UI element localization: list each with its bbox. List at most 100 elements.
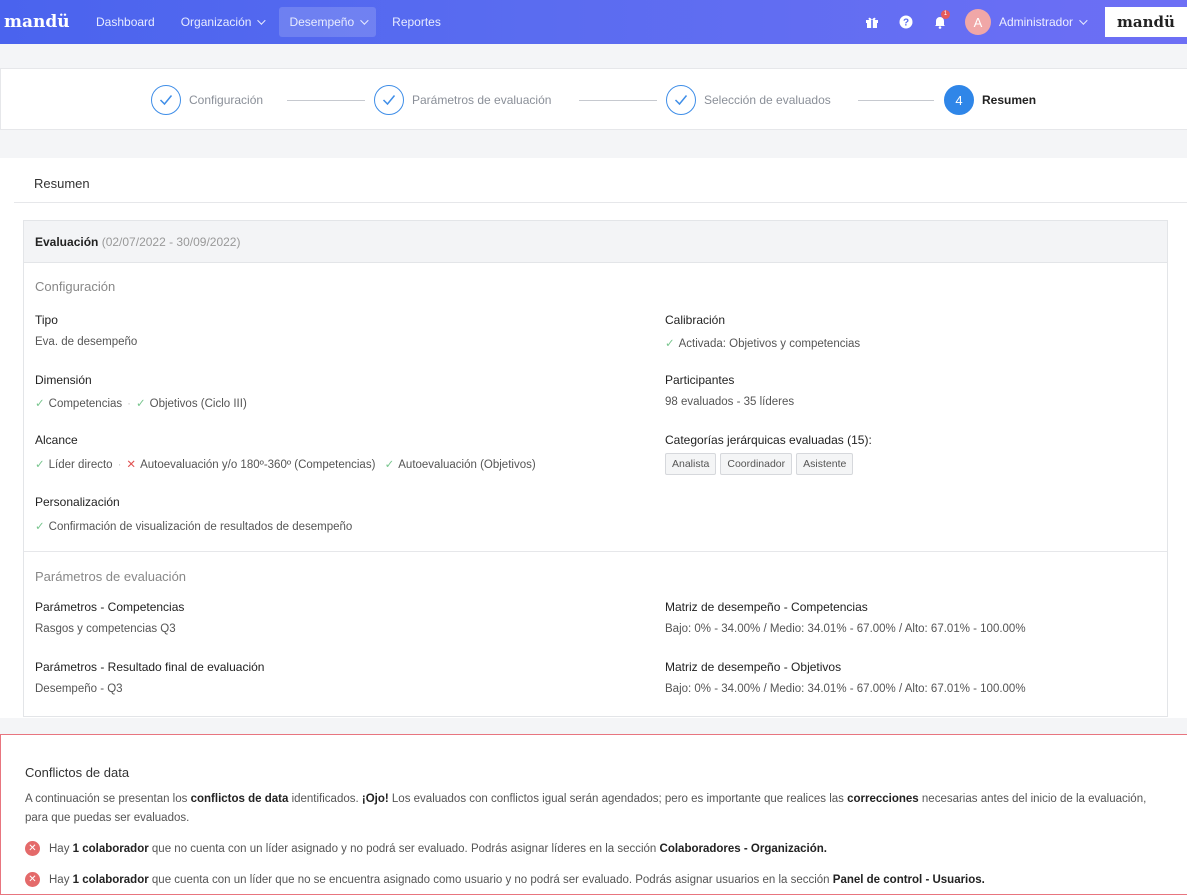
matriz-obj-label: Matriz de desempeño - Objetivos bbox=[665, 660, 842, 674]
intro-bold: ¡Ojo! bbox=[361, 793, 389, 805]
conflict-text-part: que no cuenta con un líder asignado y no… bbox=[148, 842, 660, 855]
conflict-item: ✕ Hay 1 colaborador que no cuenta con un… bbox=[25, 841, 827, 856]
param-comp-label: Parámetros - Competencias bbox=[35, 600, 185, 614]
check-circle-icon bbox=[151, 85, 181, 115]
section-parametros: Parámetros de evaluación bbox=[35, 569, 187, 584]
intro-text: A continuación se presentan los bbox=[25, 793, 191, 805]
evaluation-dates: (02/07/2022 - 30/09/2022) bbox=[101, 235, 241, 249]
calibracion-label: Calibración bbox=[665, 313, 726, 327]
check-icon: ✓ bbox=[35, 398, 45, 410]
conflict-count: 1 colaborador bbox=[72, 873, 149, 886]
check-circle-icon bbox=[374, 85, 404, 115]
alcance-3: Autoevaluación (Objetivos) bbox=[398, 459, 536, 471]
page-title: Resumen bbox=[34, 176, 90, 191]
param-comp-value: Rasgos y competencias Q3 bbox=[35, 623, 176, 635]
navbar-right: ? 1 A Administrador mandü bbox=[863, 0, 1187, 44]
intro-text: identificados. bbox=[288, 793, 362, 805]
conflict-item: ✕ Hay 1 colaborador que cuenta con un lí… bbox=[25, 872, 985, 887]
personalizacion-value: ✓ Confirmación de visualización de result… bbox=[35, 519, 352, 533]
nav-reportes[interactable]: Reportes bbox=[382, 7, 451, 37]
step-label: Parámetros de evaluación bbox=[412, 93, 552, 107]
avatar[interactable]: A bbox=[964, 9, 991, 35]
nav-desempeno-label: Desempeño bbox=[289, 15, 355, 29]
categorias-label: Categorías jerárquicas evaluadas (15): bbox=[665, 433, 872, 447]
nav-reportes-label: Reportes bbox=[392, 15, 441, 29]
category-tag: Asistente bbox=[796, 453, 854, 475]
param-final-label: Parámetros - Resultado final de evaluaci… bbox=[35, 660, 265, 674]
conflict-text: Hay 1 colaborador que no cuenta con un l… bbox=[49, 843, 827, 855]
matriz-comp-value: Bajo: 0% - 34.00% / Medio: 34.01% - 67.0… bbox=[665, 623, 1026, 635]
chevron-down-icon bbox=[1079, 16, 1088, 25]
participantes-value: 98 evaluados - 35 líderes bbox=[665, 396, 795, 408]
conflicts-title: Conflictos de data bbox=[25, 765, 130, 780]
separator-dot: · bbox=[127, 398, 131, 410]
company-logo: mandü bbox=[1105, 7, 1187, 37]
participantes-label: Participantes bbox=[665, 373, 735, 387]
conflict-text-part: Hay bbox=[49, 873, 73, 886]
nav-organizacion-label: Organización bbox=[180, 15, 252, 29]
summary-card: Resumen Evaluación (02/07/2022 - 30/09/2… bbox=[0, 158, 1187, 718]
conflict-text: Hay 1 colaborador que cuenta con un líde… bbox=[49, 874, 985, 886]
alcance-2: Autoevaluación y/o 180º-360º (Competenci… bbox=[140, 459, 376, 471]
nav-desempeno[interactable]: Desempeño bbox=[279, 7, 377, 37]
conflict-text-part: que cuenta con un líder que no se encuen… bbox=[148, 873, 833, 886]
category-tag: Coordinador bbox=[720, 453, 793, 475]
data-conflicts-panel: Conflictos de data A continuación se pre… bbox=[0, 734, 1187, 895]
check-icon: ✓ bbox=[384, 459, 395, 471]
step-label: Resumen bbox=[982, 93, 1037, 107]
evaluation-label: Evaluación bbox=[35, 235, 99, 249]
step-resumen[interactable]: 4 Resumen bbox=[944, 85, 1036, 115]
alcance-value: ✓ Líder directo · ✕ Autoevaluación y/o 180º-… bbox=[35, 457, 536, 471]
help-icon[interactable]: ? bbox=[897, 13, 915, 31]
dimension-1: Competencias bbox=[48, 398, 123, 410]
step-connector bbox=[287, 100, 365, 101]
divider bbox=[14, 202, 1187, 203]
evaluation-header: Evaluación (02/07/2022 - 30/09/2022) bbox=[24, 221, 1167, 263]
conflict-text-part: Hay bbox=[49, 842, 73, 855]
calibracion-value: ✓ Activada: Objetivos y competencias bbox=[665, 336, 860, 350]
conflict-section-link[interactable]: Colaboradores - Organización. bbox=[660, 843, 827, 855]
brand-logo[interactable]: mandü bbox=[0, 12, 80, 32]
intro-bold: conflictos de data bbox=[190, 793, 289, 805]
chevron-down-icon bbox=[257, 16, 267, 25]
separator-dot: · bbox=[117, 459, 122, 471]
matriz-comp-label: Matriz de desempeño - Competencias bbox=[665, 600, 868, 614]
dimension-value: ✓ Competencias · ✓ Objetivos (Ciclo III) bbox=[35, 396, 247, 410]
step-connector bbox=[579, 100, 657, 101]
alcance-1: Líder directo bbox=[48, 459, 113, 471]
close-icon: ✕ bbox=[126, 459, 137, 471]
check-icon: ✓ bbox=[665, 338, 675, 350]
section-configuracion: Configuración bbox=[35, 279, 116, 294]
error-icon: ✕ bbox=[25, 872, 40, 887]
conflicts-intro: A continuación se presentan los conflict… bbox=[25, 790, 1165, 828]
gift-icon[interactable] bbox=[863, 13, 881, 31]
step-configuracion[interactable]: Configuración bbox=[151, 85, 263, 115]
step-seleccion[interactable]: Selección de evaluados bbox=[666, 85, 831, 115]
evaluation-panel: Evaluación (02/07/2022 - 30/09/2022) Con… bbox=[23, 220, 1168, 717]
user-menu[interactable]: Administrador bbox=[998, 15, 1088, 29]
step-label: Selección de evaluados bbox=[704, 93, 831, 107]
bell-icon[interactable]: 1 bbox=[931, 10, 950, 31]
wizard-stepper: Configuración Parámetros de evaluación S… bbox=[0, 68, 1187, 130]
chevron-down-icon bbox=[360, 16, 369, 25]
nav-organizacion[interactable]: Organización bbox=[171, 7, 274, 37]
step-parametros[interactable]: Parámetros de evaluación bbox=[374, 85, 551, 115]
param-final-value: Desempeño - Q3 bbox=[35, 683, 123, 695]
dimension-label: Dimensión bbox=[35, 373, 92, 387]
conflict-section-link[interactable]: Panel de control - Usuarios. bbox=[833, 874, 985, 886]
nav-dashboard[interactable]: Dashboard bbox=[86, 7, 165, 37]
svg-text:?: ? bbox=[903, 18, 909, 29]
step-label: Configuración bbox=[189, 93, 264, 107]
nav-dashboard-label: Dashboard bbox=[96, 15, 155, 29]
dimension-2: Objetivos (Ciclo III) bbox=[149, 398, 247, 410]
notification-badge: 1 bbox=[940, 10, 950, 19]
personalizacion-label: Personalización bbox=[35, 495, 120, 509]
user-name-label: Administrador bbox=[998, 15, 1073, 29]
step-number: 4 bbox=[944, 85, 974, 115]
divider bbox=[24, 551, 1167, 552]
tipo-label: Tipo bbox=[35, 313, 58, 327]
check-icon: ✓ bbox=[35, 459, 45, 471]
personalizacion-text: Confirmación de visualización de resulta… bbox=[48, 521, 353, 533]
calibracion-text: Activada: Objetivos y competencias bbox=[678, 338, 861, 350]
category-tag: Analista bbox=[665, 453, 717, 475]
